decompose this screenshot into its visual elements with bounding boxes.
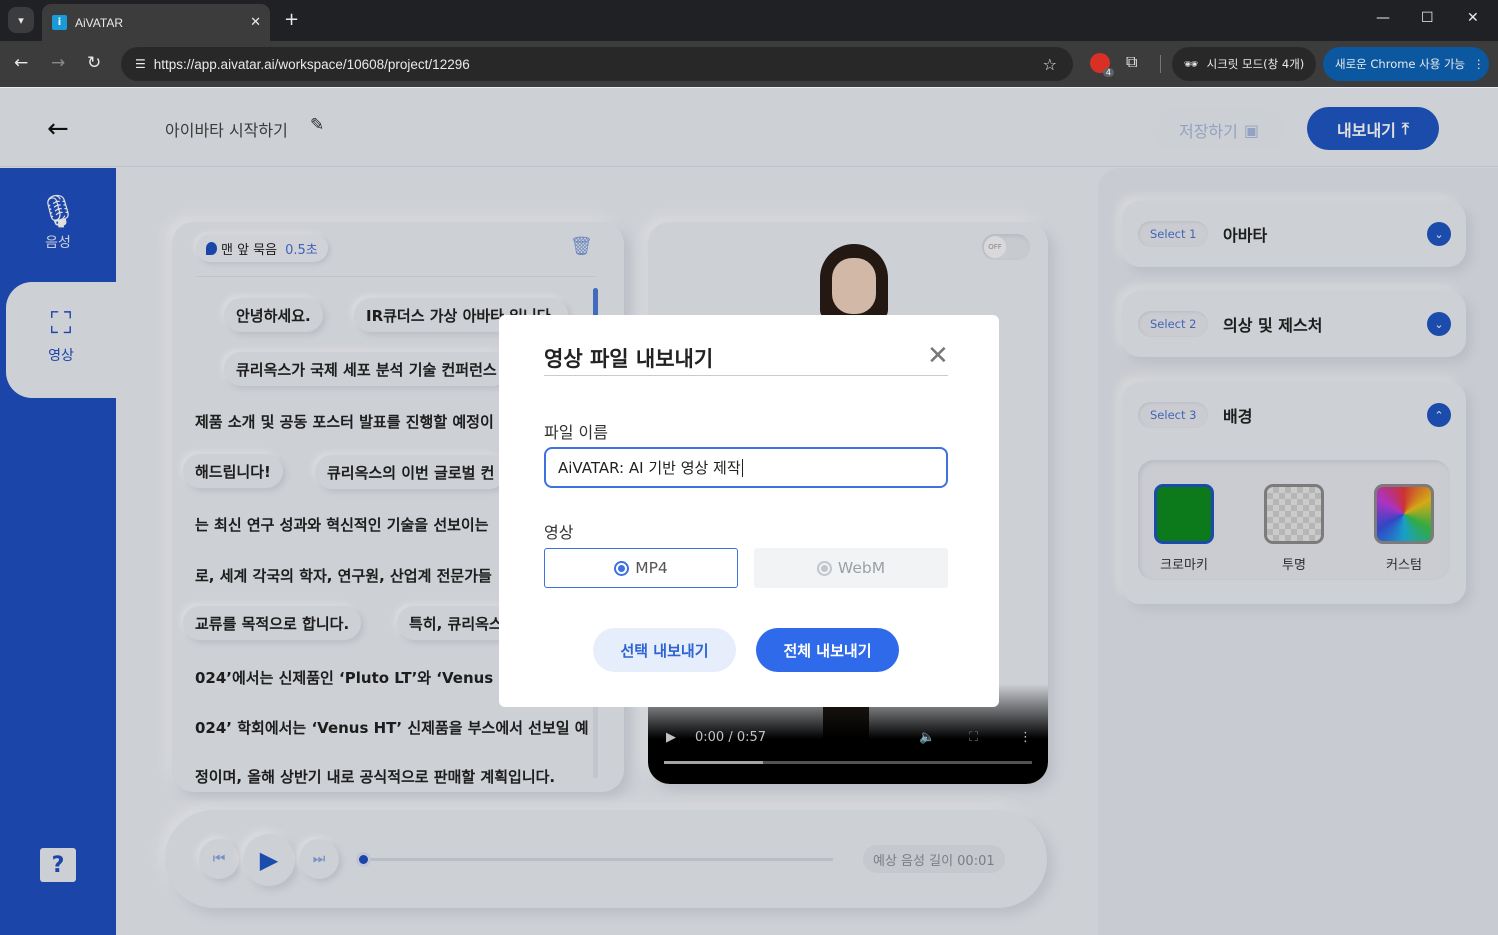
tab-close-icon[interactable]: ✕ <box>250 15 261 30</box>
incognito-label: 시크릿 모드(창 4개) <box>1206 57 1305 71</box>
reload-icon[interactable]: ↻ <box>87 53 101 73</box>
incognito-icon: 🕶 <box>1184 57 1199 71</box>
bookmark-star-icon[interactable]: ☆ <box>1043 55 1057 74</box>
incognito-indicator[interactable]: 🕶 시크릿 모드(창 4개) <box>1172 47 1316 81</box>
extension-badge: 4 <box>1102 68 1114 77</box>
file-name-input[interactable]: AiVATAR: AI 기반 영상 제작 <box>544 447 948 488</box>
chrome-update-button[interactable]: 새로운 Chrome 사용 가능 ⋮ <box>1323 47 1489 81</box>
format-option-webm[interactable]: WebM <box>754 548 948 588</box>
tab-title: AiVATAR <box>75 15 124 30</box>
more-menu-icon[interactable]: ⋮ <box>1473 57 1485 71</box>
text-caret <box>741 458 743 477</box>
format-option-mp4[interactable]: MP4 <box>544 548 738 588</box>
format-webm-label: WebM <box>837 559 886 577</box>
minimize-icon[interactable]: — <box>1376 10 1390 26</box>
extension-icon[interactable]: 4 <box>1090 53 1114 77</box>
file-name-label: 파일 이름 <box>544 423 608 442</box>
address-bar[interactable]: ☰ https://app.aivatar.ai/workspace/10608… <box>121 47 1073 81</box>
close-icon[interactable]: ✕ <box>927 341 949 371</box>
new-tab-plus-icon[interactable]: + <box>284 9 299 30</box>
url-text[interactable]: https://app.aivatar.ai/workspace/10608/p… <box>154 57 1043 72</box>
forward-arrow-icon[interactable]: → <box>51 53 65 73</box>
format-label: 영상 <box>544 523 574 542</box>
browser-tabbar: ▾ i AiVATAR ✕ + — ☐ ✕ <box>0 0 1498 41</box>
toolbar-divider <box>1160 55 1161 73</box>
site-settings-icon[interactable]: ☰ <box>135 57 146 71</box>
dialog-title: 영상 파일 내보내기 <box>544 347 714 371</box>
radio-disabled-icon <box>816 560 832 576</box>
title-underline <box>544 375 948 376</box>
window-close-icon[interactable]: ✕ <box>1467 10 1479 26</box>
extensions-puzzle-icon[interactable]: ⧉ <box>1126 52 1137 72</box>
browser-tab[interactable]: i AiVATAR ✕ <box>42 4 270 41</box>
chrome-update-label: 새로운 Chrome 사용 가능 <box>1335 57 1466 71</box>
radio-selected-icon <box>614 560 630 576</box>
file-name-value: AiVATAR: AI 기반 영상 제작 <box>558 459 741 477</box>
aivatar-favicon-icon: i <box>52 15 67 30</box>
tab-search-chevron-icon[interactable]: ▾ <box>8 7 34 33</box>
back-arrow-icon[interactable]: ← <box>14 53 28 73</box>
export-all-button[interactable]: 전체 내보내기 <box>756 628 899 672</box>
select-export-button[interactable]: 선택 내보내기 <box>593 628 736 672</box>
browser-toolbar: ← → ↻ ☰ https://app.aivatar.ai/workspace… <box>0 41 1498 87</box>
maximize-icon[interactable]: ☐ <box>1421 10 1434 26</box>
format-mp4-label: MP4 <box>635 559 668 577</box>
export-dialog: 영상 파일 내보내기 ✕ 파일 이름 AiVATAR: AI 기반 영상 제작 … <box>499 315 999 707</box>
